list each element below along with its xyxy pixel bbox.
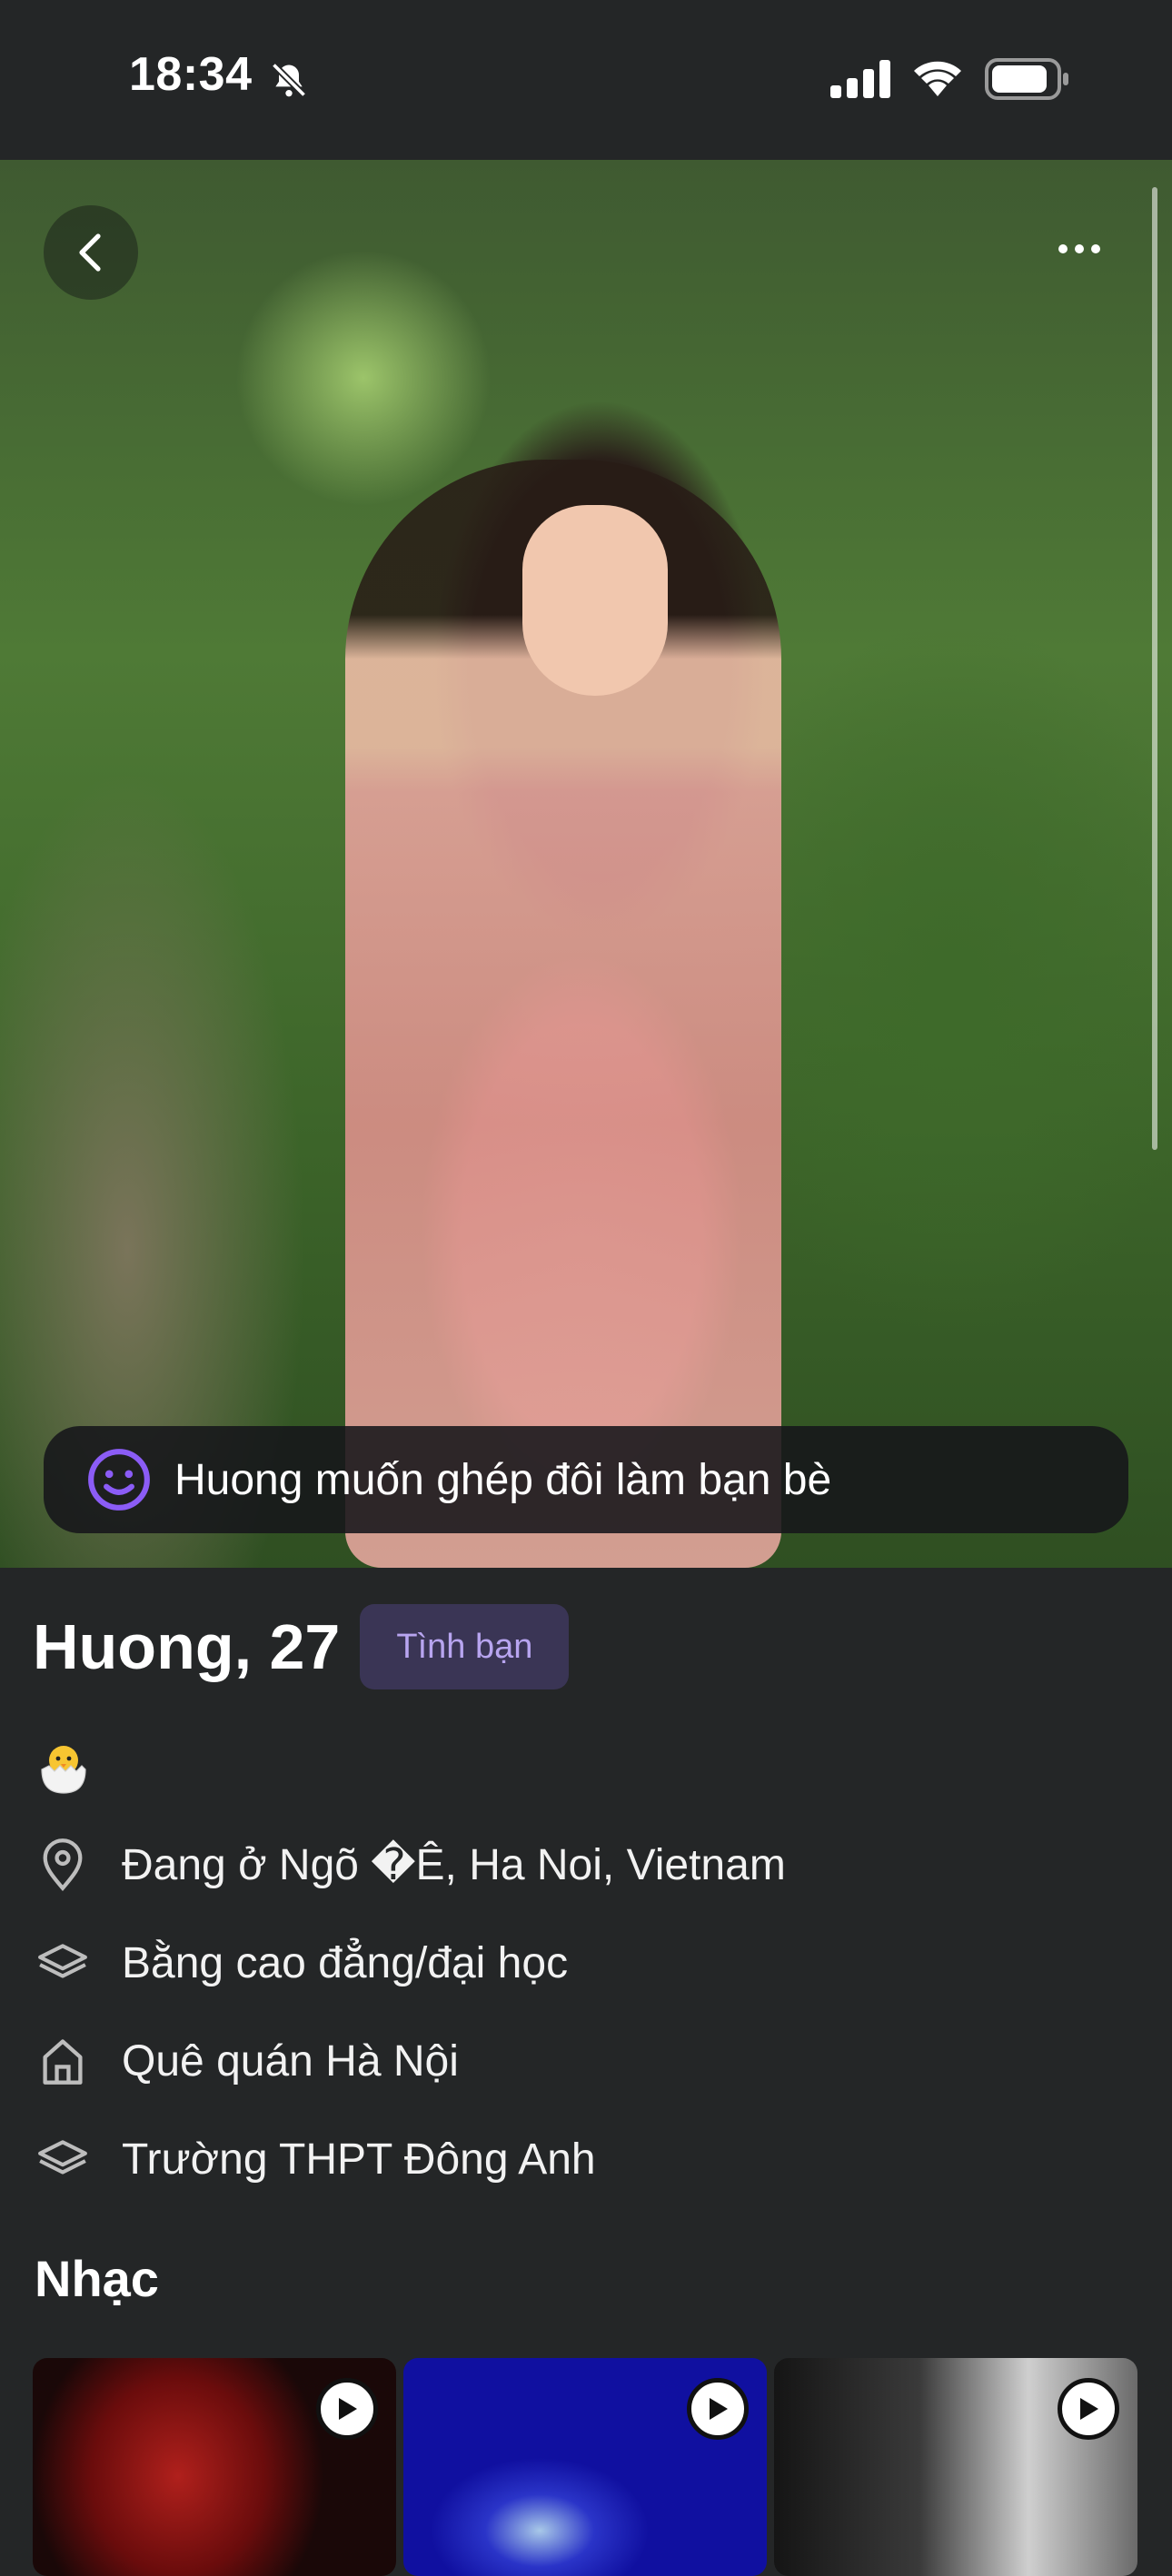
chevron-left-icon <box>79 233 101 272</box>
music-track-card[interactable] <box>403 2358 767 2576</box>
profile-header: Huong, 27 Tình bạn <box>33 1604 570 1689</box>
back-button[interactable] <box>44 205 138 300</box>
graduation-cap-icon <box>35 1935 91 1991</box>
bell-muted-icon <box>269 60 309 104</box>
more-options-button[interactable] <box>1036 205 1123 292</box>
music-track-list <box>33 2358 1137 2576</box>
music-section-title: Nhạc <box>35 2250 159 2307</box>
play-icon[interactable] <box>316 2378 378 2440</box>
match-intent-banner: Huong muốn ghép đôi làm bạn bè <box>44 1426 1128 1533</box>
hatching-chick-icon <box>35 1739 93 1797</box>
more-dot <box>1075 244 1084 253</box>
detail-education: Bằng cao đẳng/đại học <box>35 1935 568 1991</box>
photo-face <box>522 505 668 696</box>
detail-location-label: Đang ở Ngõ �Ê, Ha Noi, Vietnam <box>122 1841 786 1889</box>
play-icon[interactable] <box>687 2378 749 2440</box>
status-bar: 18:34 <box>0 0 1172 160</box>
detail-education-label: Bằng cao đẳng/đại học <box>122 1938 569 1987</box>
relationship-tag: Tình bạn <box>360 1604 570 1689</box>
detail-school-label: Trường THPT Đông Anh <box>122 2135 596 2184</box>
music-track-card[interactable] <box>33 2358 396 2576</box>
detail-hometown-label: Quê quán Hà Nội <box>122 2036 459 2086</box>
wifi-icon <box>910 56 965 103</box>
cellular-signal-icon <box>830 60 892 103</box>
detail-school: Trường THPT Đông Anh <box>35 2131 596 2187</box>
smiley-icon <box>85 1446 153 1513</box>
battery-icon <box>985 58 1072 104</box>
graduation-cap-icon <box>35 2131 91 2187</box>
play-icon[interactable] <box>1058 2378 1119 2440</box>
detail-hometown: Quê quán Hà Nội <box>35 2033 459 2089</box>
home-icon <box>35 2033 91 2089</box>
match-banner-text: Huong muốn ghép đôi làm bạn bè <box>174 1455 832 1504</box>
music-track-card[interactable] <box>774 2358 1137 2576</box>
location-pin-icon <box>35 1837 91 1893</box>
more-dots-icon <box>1058 244 1068 253</box>
detail-location: Đang ở Ngõ �Ê, Ha Noi, Vietnam <box>35 1837 786 1893</box>
profile-name-age: Huong, 27 <box>33 1611 341 1682</box>
status-time: 18:34 <box>129 48 253 101</box>
photo-progress-bar <box>1152 187 1157 1150</box>
profile-photo[interactable] <box>0 160 1172 1568</box>
more-dot <box>1091 244 1100 253</box>
